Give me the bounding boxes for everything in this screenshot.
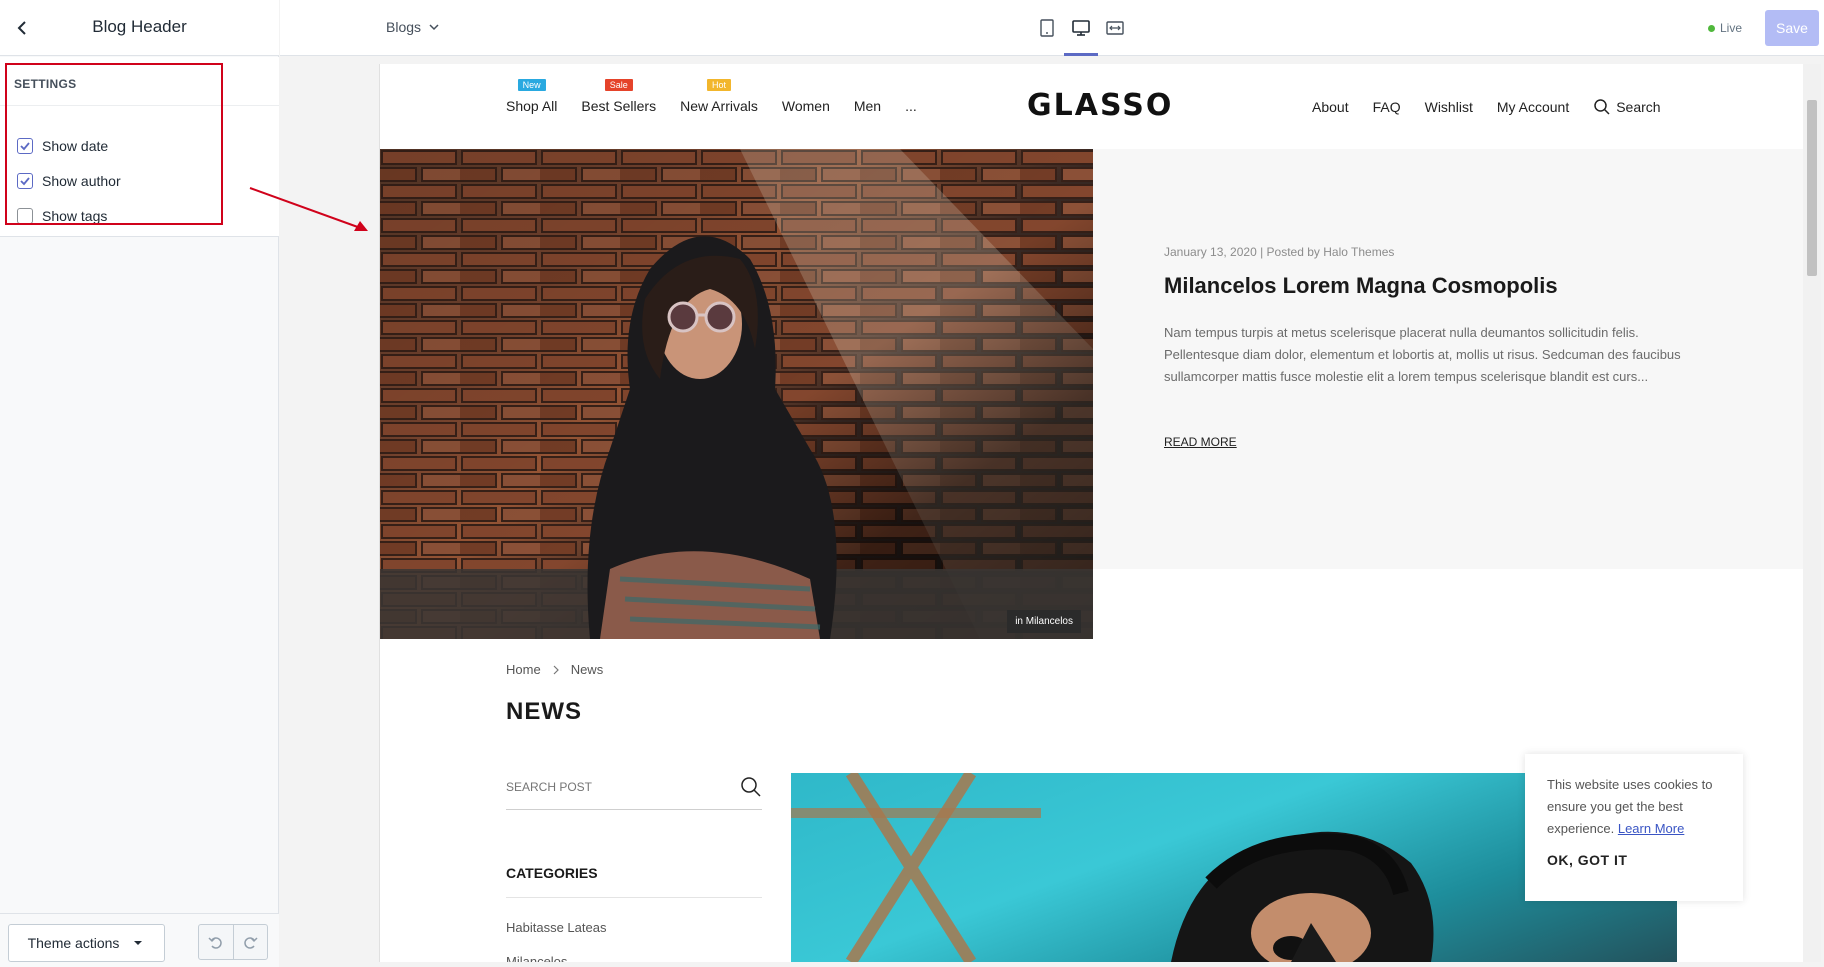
cookie-text: This website uses cookies to ensure you …: [1547, 774, 1721, 840]
settings-section-label: SETTINGS: [14, 77, 77, 91]
checkbox-box[interactable]: [17, 173, 33, 189]
checkbox-label: Show date: [42, 138, 109, 154]
divider: [0, 105, 279, 106]
hero-image[interactable]: in Milancelos: [380, 149, 1093, 639]
theme-actions-label: Theme actions: [27, 935, 120, 951]
checkmark-icon: [20, 177, 30, 186]
nav-item-new-arrivals[interactable]: Hot New Arrivals: [680, 79, 758, 114]
nav-badge-new: New: [517, 79, 546, 91]
caret-down-icon: [134, 941, 143, 945]
search-post-field: [506, 774, 762, 810]
checkbox-box[interactable]: [17, 208, 33, 224]
page-select-dropdown[interactable]: Blogs: [386, 19, 441, 35]
show-tags-checkbox[interactable]: Show tags: [17, 205, 107, 227]
preview-scrollbar[interactable]: [1803, 64, 1821, 962]
learn-more-link[interactable]: Learn More: [1618, 821, 1684, 836]
nav-label: Men: [853, 98, 882, 114]
category-tag[interactable]: in Milancelos: [1007, 610, 1081, 633]
search-button[interactable]: Search: [1593, 98, 1661, 116]
theme-editor: Blog Header SETTINGS Show date Show auth…: [0, 0, 1824, 967]
redo-icon: [244, 937, 258, 949]
page-select-value: Blogs: [386, 19, 422, 35]
checkbox-label: Show tags: [42, 208, 108, 224]
search-icon[interactable]: [740, 776, 762, 798]
nav-item-faq[interactable]: FAQ: [1373, 99, 1401, 115]
nav-label: Best Sellers: [581, 98, 657, 114]
nav-item-best-sellers[interactable]: Sale Best Sellers: [581, 79, 657, 114]
live-status: Live: [1708, 21, 1742, 35]
nav-label: Shop All: [506, 98, 558, 114]
checkbox-box[interactable]: [17, 138, 33, 154]
desktop-icon: [1072, 20, 1090, 36]
nav-item-men[interactable]: Men: [854, 98, 881, 114]
brick-wall-image: [380, 149, 1093, 639]
expand-width-icon: [1106, 21, 1124, 35]
nav-item-wishlist[interactable]: Wishlist: [1425, 99, 1473, 115]
chevron-down-icon: [429, 24, 439, 31]
theme-actions-button[interactable]: Theme actions: [8, 924, 165, 962]
category-link[interactable]: Habitasse Lateas: [506, 920, 606, 935]
nav-badge-sale: Sale: [604, 79, 633, 91]
editor-topbar: Blogs Live Save: [280, 0, 1824, 56]
search-label: Search: [1616, 99, 1661, 115]
page-title: NEWS: [506, 698, 582, 725]
breadcrumb-home[interactable]: Home: [506, 662, 541, 677]
sidebar-header: Blog Header: [0, 0, 279, 56]
undo-redo-group: [198, 924, 268, 960]
cookie-banner: This website uses cookies to ensure you …: [1525, 754, 1743, 901]
chevron-right-icon: [553, 665, 559, 674]
breadcrumb: Home News: [506, 662, 603, 677]
main-nav: New Shop All Sale Best Sellers Hot New A…: [506, 79, 917, 114]
nav-item-women[interactable]: Women: [782, 98, 830, 114]
nav-item-more[interactable]: ...: [905, 98, 917, 114]
store-logo[interactable]: GLASSO: [1027, 88, 1173, 123]
save-button[interactable]: Save: [1765, 10, 1819, 46]
checkmark-icon: [20, 142, 30, 151]
mobile-icon: [1040, 19, 1054, 37]
post-excerpt: Nam tempus turpis at metus scelerisque p…: [1164, 325, 1681, 384]
nav-item-my-account[interactable]: My Account: [1497, 99, 1569, 115]
breadcrumb-current: News: [570, 662, 604, 677]
store-header: New Shop All Sale Best Sellers Hot New A…: [380, 64, 1803, 149]
sidebar-footer: Theme actions: [0, 913, 279, 967]
checkbox-label: Show author: [42, 173, 121, 189]
undo-button[interactable]: [199, 925, 233, 959]
desktop-view-button[interactable]: [1064, 14, 1098, 56]
nav-label: ...: [905, 98, 917, 114]
nav-badge-hot: Hot: [706, 79, 731, 91]
cookie-accept-button[interactable]: OK, GOT IT: [1547, 852, 1721, 868]
editor-sidebar: Blog Header SETTINGS Show date Show auth…: [0, 0, 279, 967]
sidebar-title: Blog Header: [92, 17, 187, 36]
divider: [506, 897, 762, 898]
show-author-checkbox[interactable]: Show author: [17, 170, 121, 192]
search-post-input[interactable]: [506, 780, 726, 794]
redo-button[interactable]: [232, 925, 268, 959]
search-icon: [1594, 99, 1610, 115]
categories-heading: CATEGORIES: [506, 865, 598, 881]
post-meta: January 13, 2020 | Posted by Halo Themes: [1164, 245, 1395, 259]
live-label: Live: [1720, 21, 1743, 35]
secondary-nav: About FAQ Wishlist My Account Search: [1312, 98, 1661, 116]
nav-label: New Arrivals: [680, 98, 758, 114]
post-title[interactable]: Milancelos Lorem Magna Cosmopolis: [1164, 273, 1558, 299]
settings-panel: SETTINGS Show date Show author Show tags: [0, 57, 279, 237]
nav-item-shop-all[interactable]: New Shop All: [506, 79, 558, 114]
undo-icon: [208, 937, 222, 949]
device-toggle: [1034, 14, 1128, 56]
show-date-checkbox[interactable]: Show date: [17, 135, 108, 157]
live-dot-icon: [1708, 24, 1715, 32]
nav-label: Women: [781, 98, 830, 114]
fullwidth-view-button[interactable]: [1102, 14, 1128, 42]
nav-item-about[interactable]: About: [1312, 99, 1349, 115]
category-link[interactable]: Milancelos: [506, 954, 567, 962]
read-more-link[interactable]: READ MORE: [1164, 435, 1237, 449]
scrollbar-thumb[interactable]: [1807, 100, 1817, 276]
mobile-view-button[interactable]: [1034, 14, 1060, 42]
store-preview: New Shop All Sale Best Sellers Hot New A…: [379, 64, 1803, 962]
